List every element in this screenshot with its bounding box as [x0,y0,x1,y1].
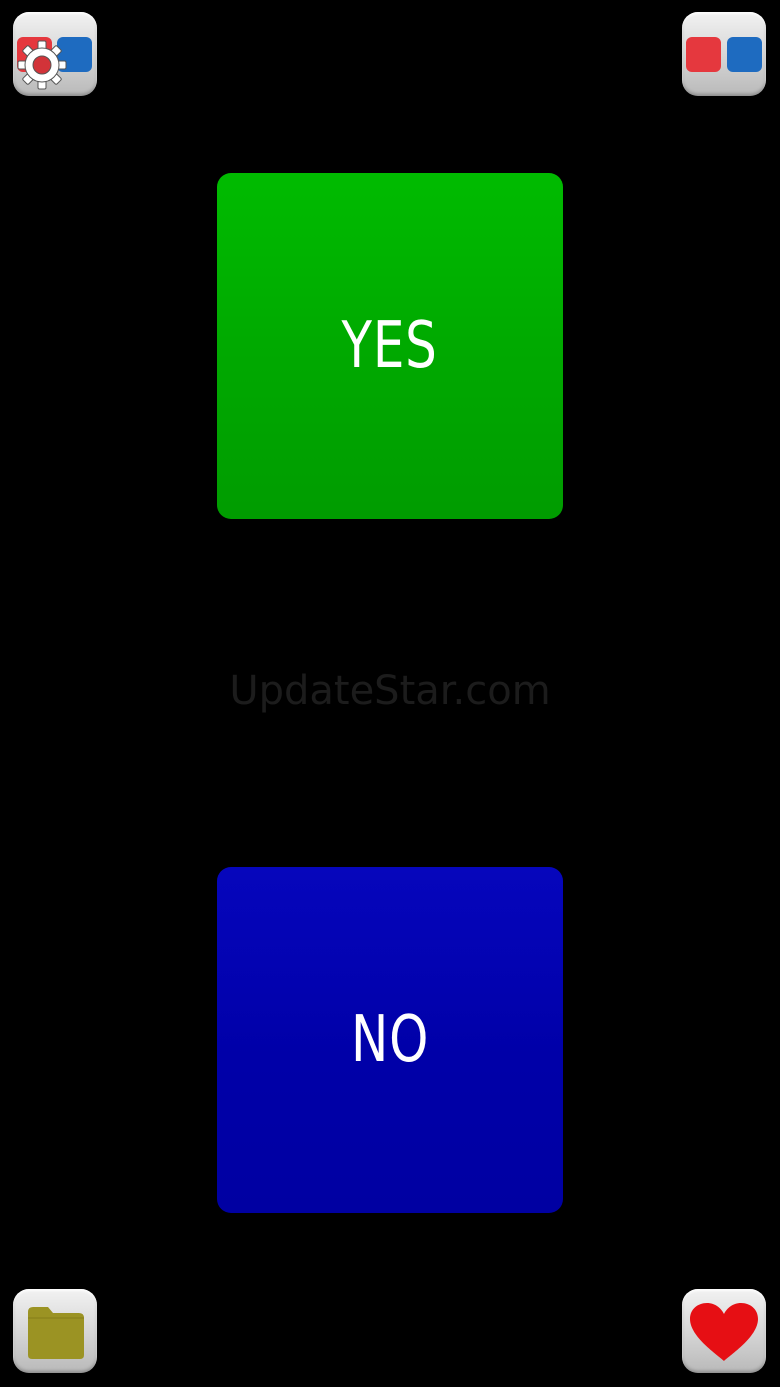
yes-label: YES [341,309,439,383]
settings-gear-icon [17,40,67,90]
yes-button[interactable]: YES [217,173,563,519]
red-square-icon [686,37,721,72]
no-button[interactable]: NO [217,867,563,1213]
folder-icon [28,1307,84,1359]
mode-button[interactable] [682,12,766,96]
watermark-text: UpdateStar.com [229,668,551,714]
favorite-button[interactable] [682,1289,766,1373]
heart-icon [690,1303,758,1361]
no-label: NO [350,1003,430,1077]
blue-square-icon [727,37,762,72]
folder-button[interactable] [13,1289,97,1373]
settings-button[interactable] [13,12,97,96]
